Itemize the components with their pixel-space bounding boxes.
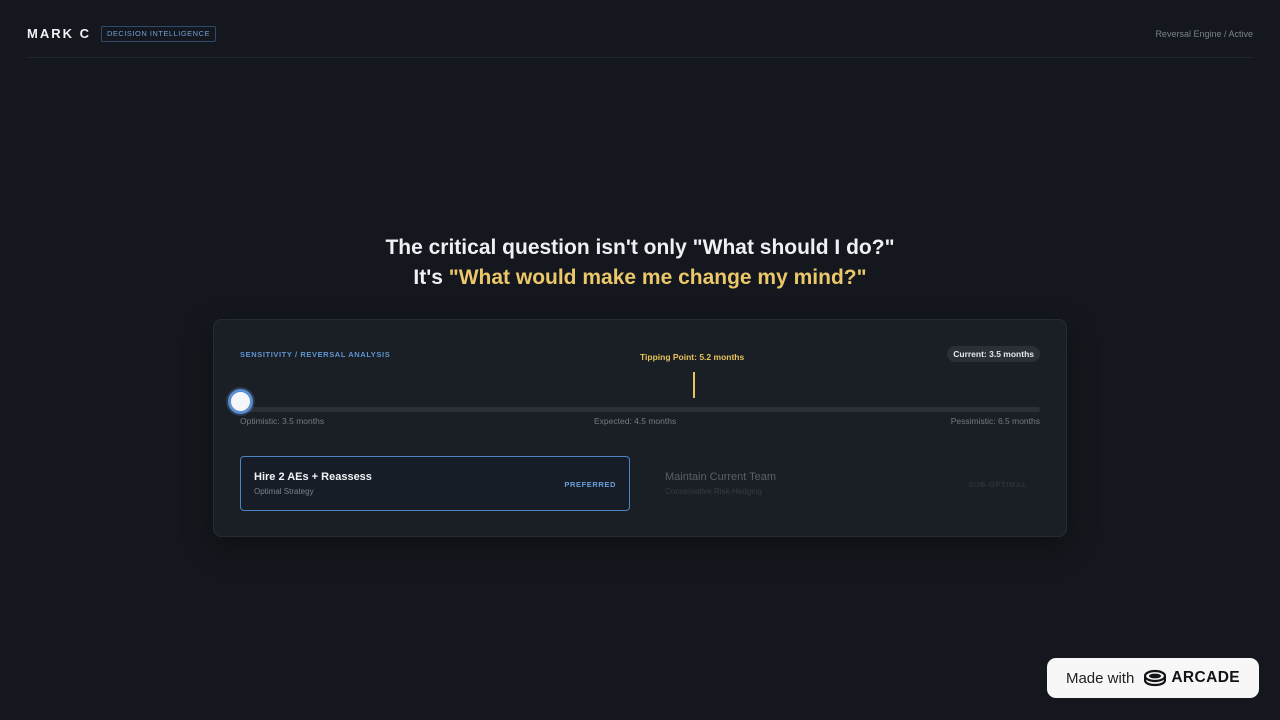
- headline-line-1: The critical question isn't only "What s…: [385, 236, 895, 259]
- scale-pessimistic: Pessimistic: 6.5 months: [950, 416, 1040, 426]
- option-maintain-team[interactable]: Maintain Current Team Conservative Risk-…: [651, 456, 1041, 511]
- option-subtitle: Optimal Strategy: [254, 487, 314, 496]
- brand-name: MARK C: [27, 26, 91, 41]
- made-with-label: Made with: [1065, 669, 1135, 687]
- brand: MARK C DECISION INTELLIGENCE: [27, 22, 217, 46]
- card-title: SENSITIVITY / REVERSAL ANALYSIS: [240, 350, 391, 359]
- scale-expected: Expected: 4.5 months: [594, 416, 677, 426]
- slider-track[interactable]: [240, 407, 1040, 412]
- reversal-analysis-card: SENSITIVITY / REVERSAL ANALYSIS Tipping …: [213, 319, 1067, 537]
- headline-accent: "What would make me change my mind?": [448, 266, 867, 289]
- page: MARK C DECISION INTELLIGENCE Reversal En…: [0, 0, 1280, 720]
- tipping-point-marker: [693, 372, 695, 398]
- top-bar: MARK C DECISION INTELLIGENCE Reversal En…: [27, 22, 1253, 58]
- current-value-badge: Current: 3.5 months: [947, 346, 1040, 362]
- option-hire-aes[interactable]: Hire 2 AEs + Reassess Optimal Strategy P…: [240, 456, 630, 511]
- arcade-wordmark: ARCADE: [1171, 669, 1241, 686]
- engine-status: Reversal Engine / Active: [1155, 29, 1253, 39]
- headline: The critical question isn't only "What s…: [0, 233, 1280, 293]
- sub-optimal-tag: SUB-OPTIMAL: [968, 480, 1027, 489]
- option-title: Maintain Current Team: [665, 471, 777, 483]
- option-subtitle: Conservative Risk-Hedging: [665, 487, 762, 496]
- headline-prefix: It's: [413, 266, 449, 289]
- option-title: Hire 2 AEs + Reassess: [254, 471, 372, 483]
- brand-badge: DECISION INTELLIGENCE: [101, 26, 217, 42]
- scale-optimistic: Optimistic: 3.5 months: [240, 416, 325, 426]
- tipping-point-label: Tipping Point: 5.2 months: [640, 352, 745, 362]
- preferred-tag: PREFERRED: [564, 480, 616, 489]
- made-with-arcade-badge[interactable]: Made with ARCADE: [1047, 658, 1259, 698]
- arcade-logo: ARCADE: [1144, 669, 1240, 687]
- slider-thumb[interactable]: [228, 389, 253, 414]
- headline-line-2: It's "What would make me change my mind?…: [0, 263, 1280, 293]
- arcade-logo-icon: [1144, 669, 1167, 687]
